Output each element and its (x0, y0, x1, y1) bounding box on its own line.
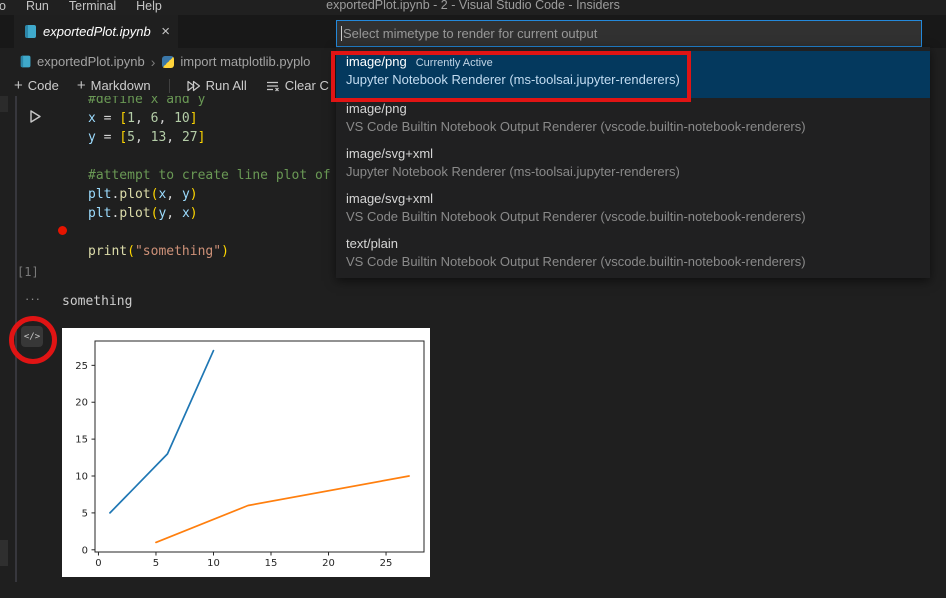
code-line: y = [5, 13, 27] (88, 128, 331, 147)
code-line: plt.plot(y, x) (88, 204, 331, 223)
code-line: x = [1, 6, 10] (88, 109, 331, 128)
vscode-window: #define x and yx = [1, 6, 10]y = [5, 13,… (0, 0, 946, 598)
option-detail: Jupyter Notebook Renderer (ms-toolsai.ju… (346, 72, 930, 87)
breadcrumb-file[interactable]: exportedPlot.ipynb (37, 54, 145, 69)
mimetype-option[interactable]: image/png Currently Active Jupyter Noteboo… (336, 51, 930, 98)
option-label: image/png (346, 54, 407, 69)
breadcrumb-symbol[interactable]: import matplotlib.pyplo (180, 54, 310, 69)
svg-text:0: 0 (95, 558, 101, 569)
mimetype-option[interactable]: image/png VS Code Builtin Notebook Output… (336, 98, 930, 143)
change-presentation-button[interactable]: </> (21, 326, 43, 347)
clear-outputs-label: Clear C (285, 78, 329, 93)
output-text: something (62, 294, 132, 309)
notebook-icon (21, 56, 31, 68)
cell-left-border (15, 96, 17, 582)
title-bar: oRunTerminalHelp exportedPlot.ipynb - 2 … (0, 0, 946, 15)
output-options-button[interactable]: ··· (25, 291, 41, 306)
option-label: image/svg+xml (346, 146, 433, 161)
option-detail: VS Code Builtin Notebook Output Renderer… (346, 254, 930, 269)
svg-text:5: 5 (82, 508, 88, 519)
run-all-label: Run All (206, 78, 247, 93)
add-markdown-label: Markdown (91, 78, 151, 93)
play-icon (27, 108, 43, 125)
code-line (88, 147, 331, 166)
python-icon (162, 56, 174, 68)
toolbar-separator (169, 79, 170, 93)
option-badge: Currently Active (416, 57, 493, 69)
breakpoint-icon[interactable] (58, 226, 67, 235)
code-line: print("something") (88, 242, 331, 261)
add-markdown-button[interactable]: + Markdown (77, 78, 151, 93)
add-code-button[interactable]: + Code (14, 78, 59, 93)
code-line: plt.plot(x, y) (88, 185, 331, 204)
mimetype-option[interactable]: image/svg+xml VS Code Builtin Notebook Ou… (336, 188, 930, 233)
cell-code-editor[interactable]: #define x and yx = [1, 6, 10]y = [5, 13,… (88, 90, 331, 261)
svg-text:10: 10 (207, 558, 220, 569)
run-all-icon (186, 79, 201, 93)
close-tab-icon[interactable]: × (161, 24, 170, 39)
sidebar-edge-strip (0, 96, 8, 112)
plus-icon: + (14, 78, 23, 93)
option-label: image/svg+xml (346, 191, 433, 206)
svg-text:20: 20 (75, 398, 88, 409)
option-label: text/plain (346, 236, 398, 251)
svg-text:25: 25 (380, 558, 393, 569)
clear-outputs-icon (265, 79, 280, 93)
tab-exportedplot[interactable]: exportedPlot.ipynb × (14, 15, 178, 48)
svg-text:25: 25 (75, 361, 88, 372)
text-caret (341, 26, 342, 41)
window-title: exportedPlot.ipynb - 2 - Visual Studio C… (0, 0, 946, 12)
code-line: #attempt to create line plot of (88, 166, 331, 185)
matplotlib-plot-output: 0 5 10 15 20 25 0 5 10 15 20 25 (62, 328, 430, 577)
mimetype-search-input[interactable]: Select mimetype to render for current ou… (336, 20, 922, 47)
execution-count: [1] (17, 265, 39, 279)
add-code-label: Code (28, 78, 59, 93)
svg-text:15: 15 (75, 435, 88, 446)
option-label: image/png (346, 101, 407, 116)
notebook-icon (25, 25, 36, 38)
svg-text:20: 20 (322, 558, 335, 569)
option-detail: VS Code Builtin Notebook Output Renderer… (346, 119, 930, 134)
input-placeholder: Select mimetype to render for current ou… (343, 26, 597, 41)
run-all-button[interactable]: Run All (186, 78, 247, 93)
run-cell-button[interactable] (27, 108, 43, 130)
clear-outputs-button[interactable]: Clear C (265, 78, 329, 93)
svg-text:10: 10 (75, 472, 88, 483)
mimetype-picker: Select mimetype to render for current ou… (336, 20, 930, 47)
svg-text:15: 15 (265, 558, 278, 569)
chevron-right-icon: › (151, 54, 156, 70)
plus-icon: + (77, 78, 86, 93)
option-detail: VS Code Builtin Notebook Output Renderer… (346, 209, 930, 224)
svg-text:0: 0 (82, 545, 88, 556)
scrollbar-thumb[interactable] (0, 540, 8, 566)
mimetype-option[interactable]: image/svg+xml Jupyter Notebook Renderer (… (336, 143, 930, 188)
code-line (88, 223, 331, 242)
mimetype-option[interactable]: text/plain VS Code Builtin Notebook Outpu… (336, 233, 930, 278)
mimetype-option-list: image/png Currently Active Jupyter Noteboo… (336, 47, 930, 278)
svg-text:5: 5 (153, 558, 159, 569)
tab-title: exportedPlot.ipynb (43, 24, 151, 39)
option-detail: Jupyter Notebook Renderer (ms-toolsai.ju… (346, 164, 930, 179)
line-chart: 0 5 10 15 20 25 0 5 10 15 20 25 (62, 328, 430, 577)
